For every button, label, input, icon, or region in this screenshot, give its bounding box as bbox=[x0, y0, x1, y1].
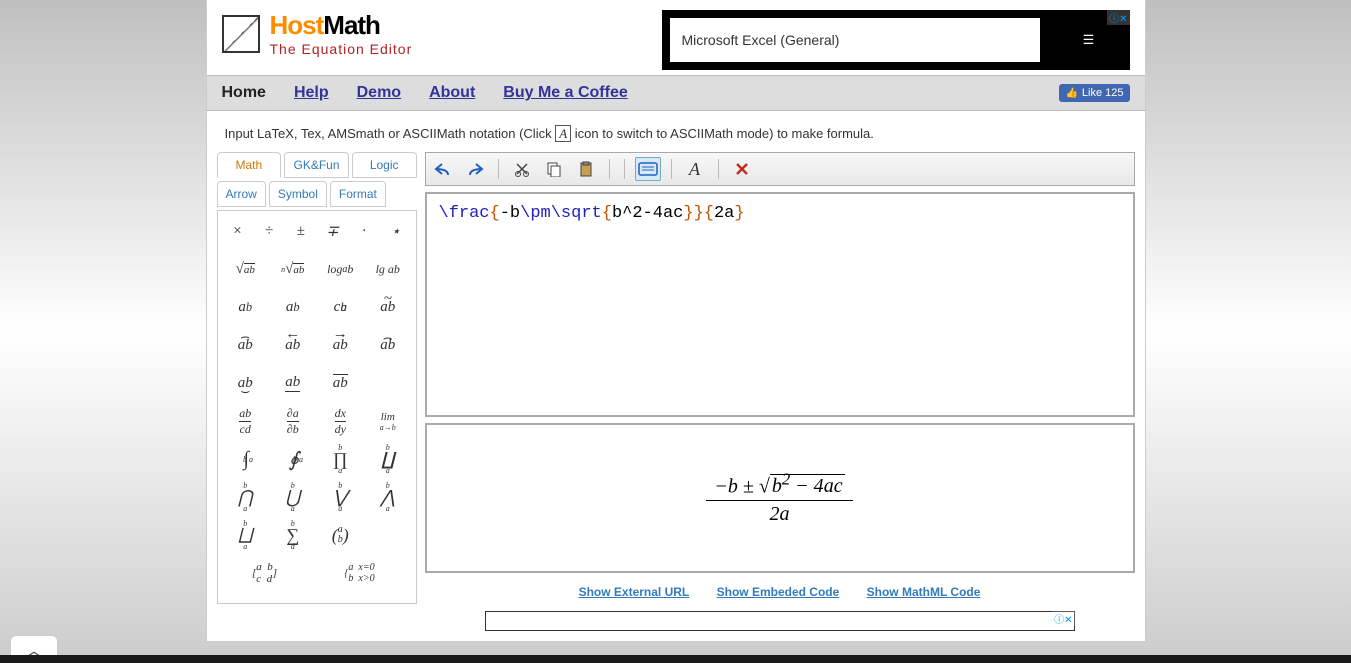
sym-hat[interactable]: ab⌢ bbox=[224, 331, 266, 359]
sym-bigvee[interactable]: b⋁a bbox=[319, 483, 361, 511]
sym-cases[interactable]: {a x=0b x>0 bbox=[330, 559, 390, 587]
preview-denominator: 2a bbox=[706, 501, 852, 526]
sym-tilde[interactable]: ab~ bbox=[367, 293, 409, 321]
sym-sqrt[interactable]: √ab bbox=[224, 255, 266, 283]
logo-icon bbox=[222, 15, 260, 53]
sym-div[interactable]: ÷ bbox=[253, 217, 285, 245]
sym-log[interactable]: logab bbox=[319, 255, 361, 283]
tab-math[interactable]: Math bbox=[217, 152, 282, 178]
copy-button[interactable] bbox=[541, 157, 567, 181]
tab-gkfun[interactable]: GK&Fun bbox=[284, 152, 349, 178]
bottom-ad[interactable]: ⓘ✕ bbox=[485, 611, 1075, 631]
bottom-ad-close[interactable]: ⓘ✕ bbox=[1052, 611, 1074, 626]
nav-help[interactable]: Help bbox=[294, 84, 329, 102]
sym-nsqrt[interactable]: n√ab bbox=[272, 255, 314, 283]
sym-diff[interactable]: dxdy bbox=[319, 407, 361, 435]
ad-banner[interactable]: Microsoft Excel (General) ☰ ⓘ✕ bbox=[662, 10, 1130, 70]
sym-underbrace[interactable]: ab⌣ bbox=[224, 369, 266, 397]
sym-underline[interactable]: ab bbox=[272, 369, 314, 397]
sym-supsub[interactable]: cba bbox=[319, 293, 361, 321]
tab-arrow[interactable]: Arrow bbox=[217, 181, 266, 207]
tab-logic[interactable]: Logic bbox=[352, 152, 417, 178]
nav-home[interactable]: Home bbox=[222, 84, 266, 102]
cut-button[interactable] bbox=[509, 157, 535, 181]
sym-overline[interactable]: ab bbox=[319, 369, 361, 397]
sym-int[interactable]: ∫ab bbox=[224, 445, 266, 473]
fb-like-button[interactable]: Like 125 bbox=[1059, 84, 1129, 102]
link-external-url[interactable]: Show External URL bbox=[579, 585, 690, 599]
sym-mp[interactable]: ∓ bbox=[317, 217, 349, 245]
sym-bigcap[interactable]: b⋂a bbox=[224, 483, 266, 511]
latex-editor[interactable]: \frac{-b\pm\sqrt{b^2-4ac}}{2a} bbox=[425, 192, 1135, 417]
sym-pm[interactable]: ± bbox=[285, 217, 317, 245]
tab-format[interactable]: Format bbox=[330, 181, 386, 207]
logo-brand2: Math bbox=[323, 10, 380, 40]
nav-demo[interactable]: Demo bbox=[357, 84, 401, 102]
sym-partial[interactable]: ∂a∂b bbox=[272, 407, 314, 435]
sym-sub[interactable]: ab bbox=[272, 293, 314, 321]
footer-bar bbox=[0, 655, 1351, 663]
sym-frown[interactable]: ab⌢ bbox=[367, 331, 409, 359]
logo-tagline: The Equation Editor bbox=[270, 41, 413, 57]
sym-binom[interactable]: (ab) bbox=[319, 521, 361, 549]
paste-button[interactable] bbox=[573, 157, 599, 181]
symbol-palette: × ÷ ± ∓ · ⋆ √ab n√ab logab lg ab ab ab c… bbox=[217, 210, 417, 604]
undo-button[interactable] bbox=[430, 157, 456, 181]
sym-rarrow[interactable]: ab→ bbox=[319, 331, 361, 359]
sym-frac[interactable]: abcd bbox=[224, 407, 266, 435]
preview-numerator: −b ± √b2 − 4ac bbox=[706, 470, 852, 502]
sym-sum[interactable]: b∑a bbox=[272, 521, 314, 549]
logo: HostMath The Equation Editor bbox=[222, 10, 413, 57]
logo-brand1: Host bbox=[270, 10, 324, 40]
sym-matrix[interactable]: [a bc d] bbox=[244, 559, 286, 587]
sym-oint[interactable]: ∮ab bbox=[272, 445, 314, 473]
keyboard-mode-button[interactable] bbox=[635, 157, 661, 181]
ascii-mode-button[interactable]: A bbox=[682, 157, 708, 181]
nav-bar: Home Help Demo About Buy Me a Coffee Lik… bbox=[207, 75, 1145, 111]
sym-coprod[interactable]: b∐a bbox=[367, 445, 409, 473]
sym-bigcup[interactable]: b⋃a bbox=[272, 483, 314, 511]
sym-bigwedge[interactable]: b⋀a bbox=[367, 483, 409, 511]
ad-text: Microsoft Excel (General) bbox=[670, 18, 1040, 62]
ascii-mode-icon: A bbox=[555, 125, 571, 142]
sym-prod[interactable]: b∏a bbox=[319, 445, 361, 473]
sym-lim[interactable]: lima→b bbox=[367, 407, 409, 435]
ad-close[interactable]: ⓘ✕ bbox=[1107, 10, 1129, 25]
instruction-text: Input LaTeX, Tex, AMSmath or ASCIIMath n… bbox=[207, 111, 1145, 152]
sym-lg[interactable]: lg ab bbox=[367, 255, 409, 283]
nav-coffee[interactable]: Buy Me a Coffee bbox=[503, 84, 627, 102]
sym-larrow[interactable]: ab← bbox=[272, 331, 314, 359]
sym-bigsqcup[interactable]: b⨆a bbox=[224, 521, 266, 549]
sym-times[interactable]: × bbox=[222, 217, 254, 245]
link-embed-code[interactable]: Show Embeded Code bbox=[717, 585, 840, 599]
output-links: Show External URL Show Embeded Code Show… bbox=[425, 579, 1135, 605]
tab-symbol[interactable]: Symbol bbox=[269, 181, 327, 207]
sym-star[interactable]: ⋆ bbox=[380, 217, 412, 245]
nav-about[interactable]: About bbox=[429, 84, 475, 102]
redo-button[interactable] bbox=[462, 157, 488, 181]
sym-cdot[interactable]: · bbox=[348, 217, 380, 245]
editor-toolbar: A bbox=[425, 152, 1135, 186]
link-mathml-code[interactable]: Show MathML Code bbox=[867, 585, 981, 599]
sym-sup[interactable]: ab bbox=[224, 293, 266, 321]
sym-blank2 bbox=[367, 521, 409, 549]
clear-button[interactable] bbox=[729, 157, 755, 181]
formula-preview: −b ± √b2 − 4ac 2a bbox=[425, 423, 1135, 573]
sym-blank1 bbox=[367, 369, 409, 397]
